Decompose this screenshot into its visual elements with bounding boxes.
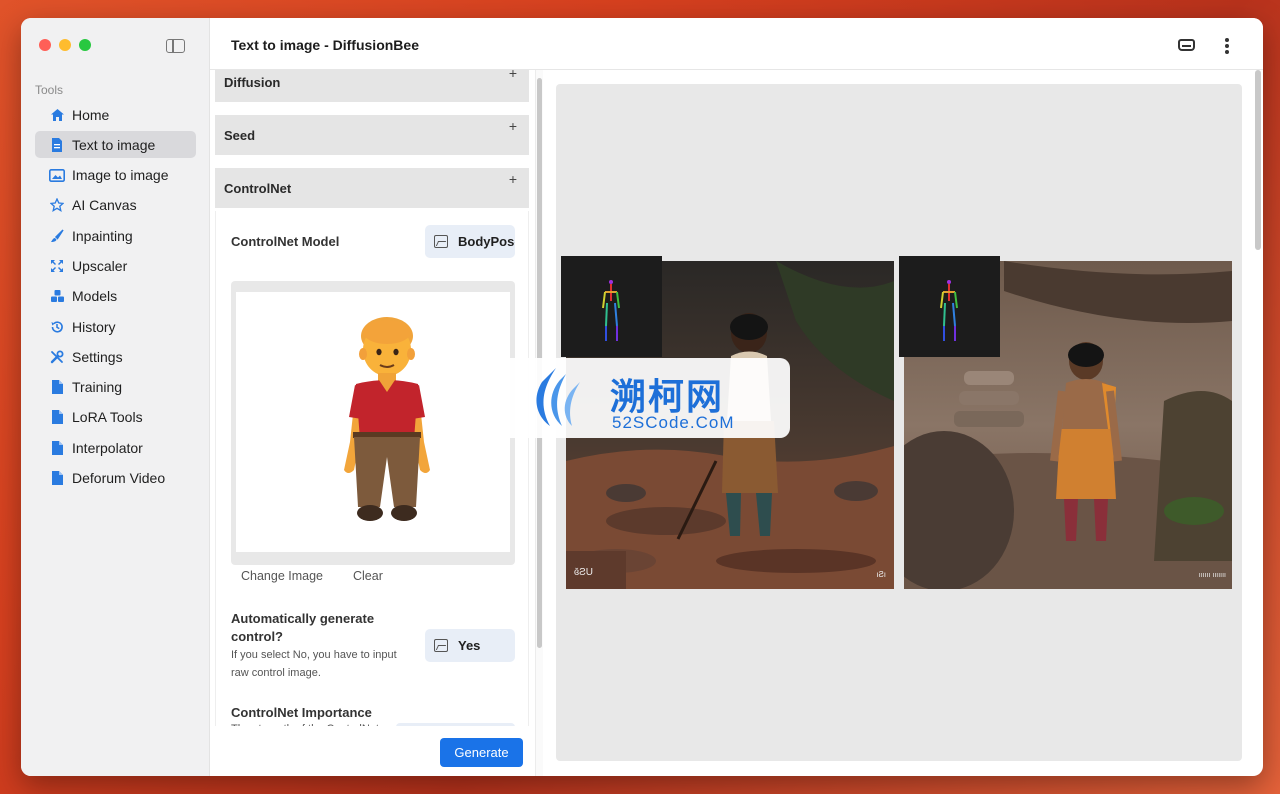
home-icon (49, 107, 65, 123)
sidebar-item-label: Models (72, 288, 118, 305)
controlnet-model-label: ControlNet Model (231, 234, 340, 249)
control-image-preview (236, 292, 510, 552)
sidebar-item-label: Text to image (72, 136, 156, 153)
sidebar-item-label: Settings (72, 348, 123, 365)
file-icon (49, 409, 65, 425)
controlnet-importance-label: ControlNet Importance (231, 705, 372, 720)
sidebar-item-label: AI Canvas (72, 197, 137, 214)
controlnet-model-value: BodyPose (458, 234, 515, 249)
sidebar-item-label: Home (72, 106, 110, 123)
watermark-overlay: 溯柯网 52SCode.CoM (490, 358, 790, 438)
change-image-button[interactable]: Change Image (241, 569, 323, 583)
cubes-icon (49, 288, 65, 304)
document-icon (49, 137, 65, 153)
auto-generate-label-line1: Automatically generate (231, 611, 375, 626)
pose-skeleton-image (602, 280, 620, 341)
sidebar-item-label: Image to image (72, 167, 169, 184)
image-signature: ɞ̆ƧU (574, 567, 593, 578)
inbox-tray-icon[interactable] (1178, 39, 1195, 51)
window-title: Text to image - DiffusionBee (231, 37, 419, 53)
auto-generate-select[interactable]: Yes (425, 629, 515, 662)
more-options-icon[interactable] (1225, 38, 1229, 54)
file-icon (49, 440, 65, 456)
image-tag: ıııııı ııııııı (1198, 572, 1226, 579)
sidebar-item-text-to-image[interactable]: Text to image (35, 131, 196, 159)
sidebar-item-home[interactable]: Home (35, 101, 196, 128)
sidebar-item-models[interactable]: Models (35, 283, 196, 310)
auto-generate-help: If you select No, you have to input raw … (231, 649, 397, 679)
sidebar-item-settings[interactable]: Settings (35, 343, 196, 370)
app-window: Tools Home Text to image Image to image (21, 18, 1263, 776)
brush-icon (49, 228, 65, 244)
sidebar-item-label: Inpainting (72, 227, 133, 244)
clear-image-button[interactable]: Clear (353, 569, 383, 583)
accordion-diffusion[interactable]: Diffusion + (215, 70, 529, 102)
accordion-seed[interactable]: Seed + (215, 115, 529, 155)
sidebar-item-label: LoRA Tools (72, 409, 143, 426)
accordion-controlnet[interactable]: ControlNet + (215, 168, 529, 208)
title-bar: Text to image - DiffusionBee (210, 18, 1263, 70)
pose-skeleton-image (940, 280, 958, 341)
sidebar-item-interpolator[interactable]: Interpolator (35, 434, 196, 461)
generate-button[interactable]: Generate (440, 738, 523, 767)
image-tag: ıƧı (876, 570, 886, 579)
plus-icon[interactable]: + (509, 171, 517, 187)
minimize-window-button[interactable] (59, 39, 71, 51)
controlnet-model-select[interactable]: BodyPose (425, 225, 515, 258)
tools-icon (49, 349, 65, 365)
sidebar-item-history[interactable]: History (35, 313, 196, 340)
file-icon (49, 470, 65, 486)
history-icon (49, 319, 65, 335)
sidebar-item-lora-tools[interactable]: LoRA Tools (35, 404, 196, 431)
plus-icon[interactable]: + (509, 118, 517, 134)
sidebar-item-image-to-image[interactable]: Image to image (35, 162, 196, 189)
accordion-label: Seed (224, 127, 256, 143)
image-icon (434, 235, 448, 248)
sidebar-toggle-icon[interactable] (166, 39, 185, 53)
file-icon (49, 379, 65, 395)
star-icon (49, 197, 65, 213)
plus-icon[interactable]: + (509, 70, 517, 81)
sidebar-item-upscaler[interactable]: Upscaler (35, 252, 196, 279)
zoom-window-button[interactable] (79, 39, 91, 51)
pose-thumbnail-2 (899, 256, 1000, 357)
sidebar-nav: Home Text to image Image to image AI Can… (35, 101, 196, 495)
sidebar: Tools Home Text to image Image to image (21, 18, 210, 776)
controlnet-body: ControlNet Model BodyPose (215, 211, 529, 776)
sidebar-item-deforum-video[interactable]: Deforum Video (35, 465, 196, 492)
image-icon (434, 639, 448, 652)
standing-man-emoji-image (344, 317, 430, 521)
pose-thumbnail-1 (561, 256, 662, 357)
accordion-label: Diffusion (224, 74, 281, 90)
image-icon (49, 167, 65, 183)
expand-icon (49, 258, 65, 274)
accordion-label: ControlNet (224, 180, 292, 196)
sidebar-item-label: History (72, 318, 116, 335)
sidebar-item-training[interactable]: Training (35, 374, 196, 401)
auto-generate-value: Yes (458, 638, 481, 653)
control-image-box[interactable] (231, 281, 515, 565)
watermark-subtitle: 52SCode.CoM (612, 413, 735, 432)
auto-generate-label-line2: control? (231, 629, 283, 644)
sidebar-item-label: Deforum Video (72, 470, 166, 487)
output-scrollbar-thumb[interactable] (1255, 70, 1261, 250)
sidebar-item-label: Interpolator (72, 439, 143, 456)
sidebar-item-inpainting[interactable]: Inpainting (35, 222, 196, 249)
flame-logo-icon (536, 368, 580, 426)
sidebar-item-label: Upscaler (72, 257, 128, 274)
sidebar-item-label: Training (72, 379, 123, 396)
output-scrollbar[interactable] (1253, 70, 1263, 776)
close-window-button[interactable] (39, 39, 51, 51)
window-controls (39, 39, 91, 51)
sidebar-item-ai-canvas[interactable]: AI Canvas (35, 192, 196, 219)
sidebar-section-label: Tools (35, 83, 64, 97)
